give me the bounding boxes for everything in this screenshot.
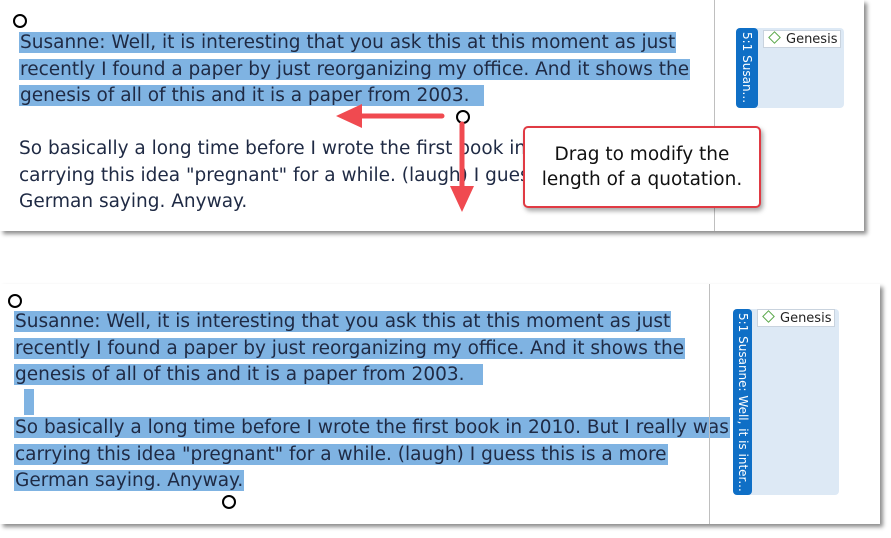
code-label: Genesis <box>780 311 832 326</box>
document-text[interactable]: Susanne: Well, it is interesting that yo… <box>14 309 730 495</box>
selection-start-handle[interactable] <box>8 294 22 308</box>
code-diamond-icon <box>762 310 775 323</box>
selected-text-line[interactable]: Susanne: Well, it is interesting that yo… <box>19 32 677 53</box>
selected-text-line[interactable]: So basically a long time before I wrote … <box>14 417 730 438</box>
code-genesis[interactable]: Genesis <box>763 30 841 48</box>
code-label: Genesis <box>786 32 838 47</box>
document-panel-after: Susanne: Well, it is interesting that yo… <box>0 284 880 524</box>
selected-text-line[interactable]: Susanne: Well, it is interesting that yo… <box>14 311 672 332</box>
selected-text-line[interactable]: German saying. Anyway. <box>14 470 245 491</box>
selection-gap <box>24 388 34 415</box>
selected-text-line[interactable]: recently I found a paper by just reorgan… <box>19 58 691 80</box>
selection-start-handle[interactable] <box>13 14 27 28</box>
code-diamond-icon <box>768 31 781 44</box>
selection-end-handle[interactable] <box>456 110 470 124</box>
quotation-tab[interactable]: 5:1 Susan... <box>736 28 758 108</box>
quotation-label: 5:1 Susan... <box>740 32 754 104</box>
quotation-tab[interactable]: 5:1 Susanne: Well, it is inter... <box>733 309 752 495</box>
callout-line: length of a quotation. <box>541 169 743 190</box>
selected-text-line[interactable]: recently I found a paper by just reorgan… <box>14 337 686 359</box>
selected-text-line[interactable]: genesis of all of this and it is a paper… <box>14 364 466 385</box>
selection-end-handle[interactable] <box>222 495 236 509</box>
selection-tail <box>470 85 484 106</box>
selected-text-line[interactable]: genesis of all of this and it is a paper… <box>19 85 471 106</box>
quotation-label: 5:1 Susanne: Well, it is inter... <box>735 313 750 492</box>
selected-text-line[interactable]: carrying this idea "pregnant" for a whil… <box>14 443 668 465</box>
instruction-callout: Drag to modify the length of a quotation… <box>523 126 761 208</box>
margin-divider <box>709 284 710 524</box>
callout-line: Drag to modify the <box>554 144 730 165</box>
selection-tail <box>465 364 483 385</box>
code-genesis[interactable]: Genesis <box>757 309 835 327</box>
